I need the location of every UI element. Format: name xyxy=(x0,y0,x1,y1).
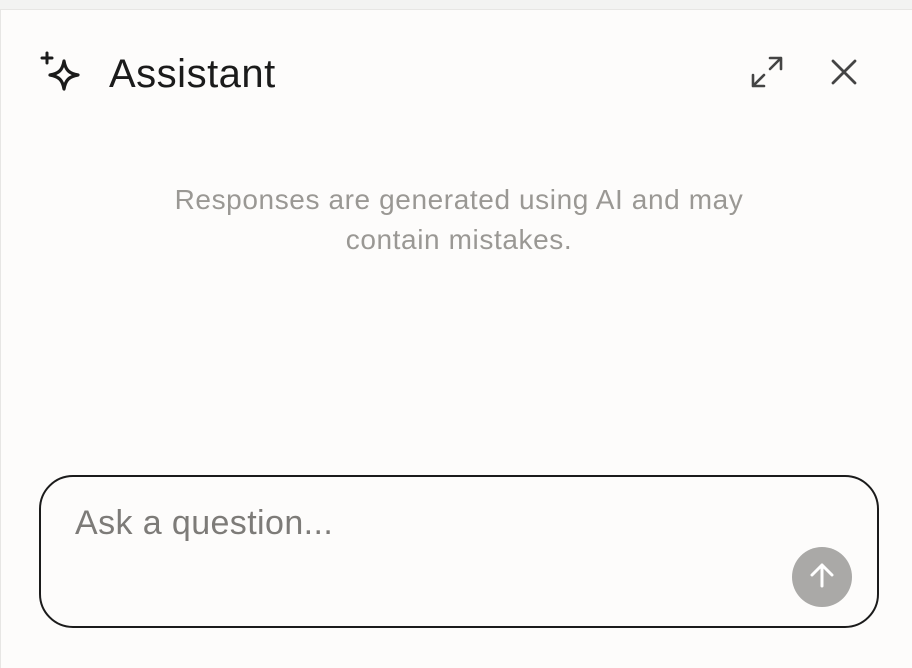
send-button[interactable] xyxy=(792,547,852,607)
ai-disclaimer: Responses are generated using AI and may… xyxy=(174,184,744,255)
arrow-up-icon xyxy=(807,560,837,595)
panel-title: Assistant xyxy=(109,52,276,96)
question-input[interactable] xyxy=(75,501,775,561)
panel-header: Assistant xyxy=(1,10,912,138)
close-button[interactable] xyxy=(822,52,866,96)
expand-icon xyxy=(749,54,785,95)
sparkle-icon xyxy=(40,51,88,99)
expand-button[interactable] xyxy=(745,52,789,96)
question-composer xyxy=(39,475,879,628)
assistant-panel: Assistant Responses are generated using … xyxy=(0,9,912,668)
close-icon xyxy=(829,57,859,92)
